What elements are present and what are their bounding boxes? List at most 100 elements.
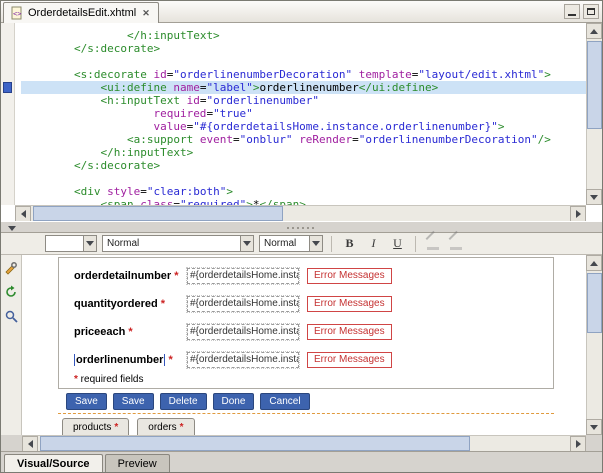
highlight-color-icon[interactable] <box>447 235 465 253</box>
code-line[interactable]: </s:decorate> <box>21 42 586 55</box>
code-token: "layout/edit.xhtml" <box>418 68 544 81</box>
scroll-right-icon[interactable] <box>570 206 586 222</box>
code-token: "orderlinenumberDecoration" <box>359 133 538 146</box>
tab-visual-source[interactable]: Visual/Source <box>4 454 103 472</box>
scroll-right-icon[interactable] <box>570 436 586 452</box>
code-token <box>180 94 187 107</box>
field-input[interactable]: #{orderdetailsHome.instan <box>187 296 299 312</box>
splitter-grip[interactable] <box>287 227 317 229</box>
close-icon[interactable]: ✕ <box>140 8 152 19</box>
tab-products[interactable]: products* <box>62 418 129 435</box>
field-label[interactable]: orderdetailnumber <box>74 270 171 282</box>
visual-editor-side-toolbar <box>1 255 22 435</box>
code-line[interactable] <box>21 55 586 68</box>
field-label-cell: quantityordered * <box>74 298 187 310</box>
bold-button[interactable]: B <box>340 235 359 253</box>
source-hscroll-thumb[interactable] <box>33 206 283 221</box>
code-line[interactable]: <a:support event="onblur" reRender="orde… <box>21 133 586 146</box>
code-token: <s:decorate <box>74 68 147 81</box>
field-label[interactable]: quantityordered <box>74 298 158 310</box>
field-input[interactable]: #{orderdetailsHome.instan <box>187 324 299 340</box>
edit-form-box[interactable]: orderdetailnumber * #{orderdetailsHome.in… <box>58 257 554 389</box>
view-window-buttons <box>564 4 599 19</box>
tab-label: orders <box>148 422 176 433</box>
tab-orders[interactable]: orders* <box>137 418 194 435</box>
save-button[interactable]: Save <box>66 393 107 410</box>
code-line[interactable]: <s:decorate id="orderlinenumberDecoratio… <box>21 68 586 81</box>
current-line-marker <box>3 82 12 93</box>
collapse-pane-icon[interactable] <box>5 224 18 232</box>
visual-design-canvas[interactable]: orderdetailnumber * #{orderdetailsHome.in… <box>22 255 586 435</box>
editor-tab-orderdetailsedit[interactable]: <> OrderdetailsEdit.xhtml ✕ <box>3 2 159 23</box>
code-line[interactable]: <div style="clear:both"> <box>21 185 586 198</box>
error-messages-box[interactable]: Error Messages <box>307 324 392 340</box>
code-token: </h:inputText> <box>127 29 220 42</box>
code-line[interactable]: </h:inputText> <box>21 29 586 42</box>
code-line[interactable]: </h:inputText> <box>21 146 586 159</box>
code-token: > <box>246 198 253 205</box>
scroll-down-icon[interactable] <box>586 419 602 435</box>
done-button[interactable]: Done <box>213 393 255 410</box>
code-line[interactable]: required="true" <box>21 107 586 120</box>
visual-vertical-scrollbar[interactable] <box>586 255 602 435</box>
annotation-ruler[interactable] <box>1 23 15 205</box>
code-token: "onblur" <box>240 133 293 146</box>
field-label[interactable]: priceeach <box>74 326 125 338</box>
visual-hscroll-thumb[interactable] <box>40 436 470 451</box>
minimize-icon[interactable] <box>564 4 580 19</box>
error-messages-box[interactable]: Error Messages <box>307 296 392 312</box>
visual-horizontal-scrollbar[interactable] <box>22 435 586 451</box>
scroll-up-icon[interactable] <box>586 255 602 271</box>
code-token: <ui:define <box>100 81 166 94</box>
italic-button[interactable]: I <box>364 235 383 253</box>
field-input[interactable]: #{orderdetailsHome.instan <box>187 352 299 368</box>
required-marker: * <box>158 298 165 310</box>
code-area[interactable]: </h:inputText> </s:decorate> <s:decorate… <box>16 23 586 205</box>
scroll-up-icon[interactable] <box>586 23 602 39</box>
code-line[interactable]: <span class="required">*</span> <box>21 198 586 205</box>
code-token: > <box>544 68 551 81</box>
font-color-icon[interactable] <box>424 235 442 253</box>
code-line[interactable]: value="#{orderdetailsHome.instance.order… <box>21 120 586 133</box>
error-messages-box[interactable]: Error Messages <box>307 268 392 284</box>
scroll-left-icon[interactable] <box>22 436 38 452</box>
maximize-icon[interactable] <box>583 4 599 19</box>
preferences-wrench-icon[interactable] <box>3 260 19 276</box>
code-line[interactable]: </s:decorate> <box>21 159 586 172</box>
tab-preview[interactable]: Preview <box>105 454 170 472</box>
source-vscroll-thumb[interactable] <box>587 41 602 129</box>
page-design-options-icon[interactable] <box>3 308 19 324</box>
font-size-value: Normal <box>264 238 296 249</box>
delete-button[interactable]: Delete <box>160 393 207 410</box>
required-marker: * <box>125 326 132 338</box>
code-line[interactable] <box>21 172 586 185</box>
form-rows: orderdetailnumber * #{orderdetailsHome.in… <box>59 262 553 374</box>
code-line[interactable]: <ui:define name="label">orderlinenumber<… <box>21 81 586 94</box>
cancel-button[interactable]: Cancel <box>260 393 309 410</box>
scroll-down-icon[interactable] <box>586 189 602 205</box>
form-boundary-dashed-line <box>58 413 554 414</box>
error-messages-box[interactable]: Error Messages <box>307 352 392 368</box>
scroll-left-icon[interactable] <box>15 206 31 222</box>
font-size-combo[interactable]: Normal <box>259 235 323 252</box>
chevron-down-icon[interactable] <box>240 236 253 251</box>
source-horizontal-scrollbar[interactable] <box>15 205 586 221</box>
code-line[interactable]: <h:inputText id="orderlinenumber" <box>21 94 586 107</box>
chevron-down-icon[interactable] <box>309 236 322 251</box>
chevron-down-icon[interactable] <box>83 236 96 251</box>
underline-button[interactable]: U <box>388 235 407 253</box>
block-format-combo[interactable] <box>45 235 97 252</box>
ide-window: <> OrderdetailsEdit.xhtml ✕ </h:inputTex… <box>0 0 603 473</box>
field-input[interactable]: #{orderdetailsHome.instan <box>187 268 299 284</box>
refresh-icon[interactable] <box>3 284 19 300</box>
association-tabs: products* orders* <box>62 418 195 435</box>
editor-splitter[interactable] <box>1 221 602 233</box>
source-vertical-scrollbar[interactable] <box>586 23 602 205</box>
code-token: <h:inputText <box>100 94 179 107</box>
form-field-row: orderlinenumber *#{orderdetailsHome.inst… <box>59 346 553 374</box>
save-button[interactable]: Save <box>113 393 154 410</box>
code-token: "orderlinenumber" <box>206 94 319 107</box>
field-label[interactable]: orderlinenumber <box>74 354 165 366</box>
font-family-combo[interactable]: Normal <box>102 235 254 252</box>
visual-vscroll-thumb[interactable] <box>587 273 602 333</box>
